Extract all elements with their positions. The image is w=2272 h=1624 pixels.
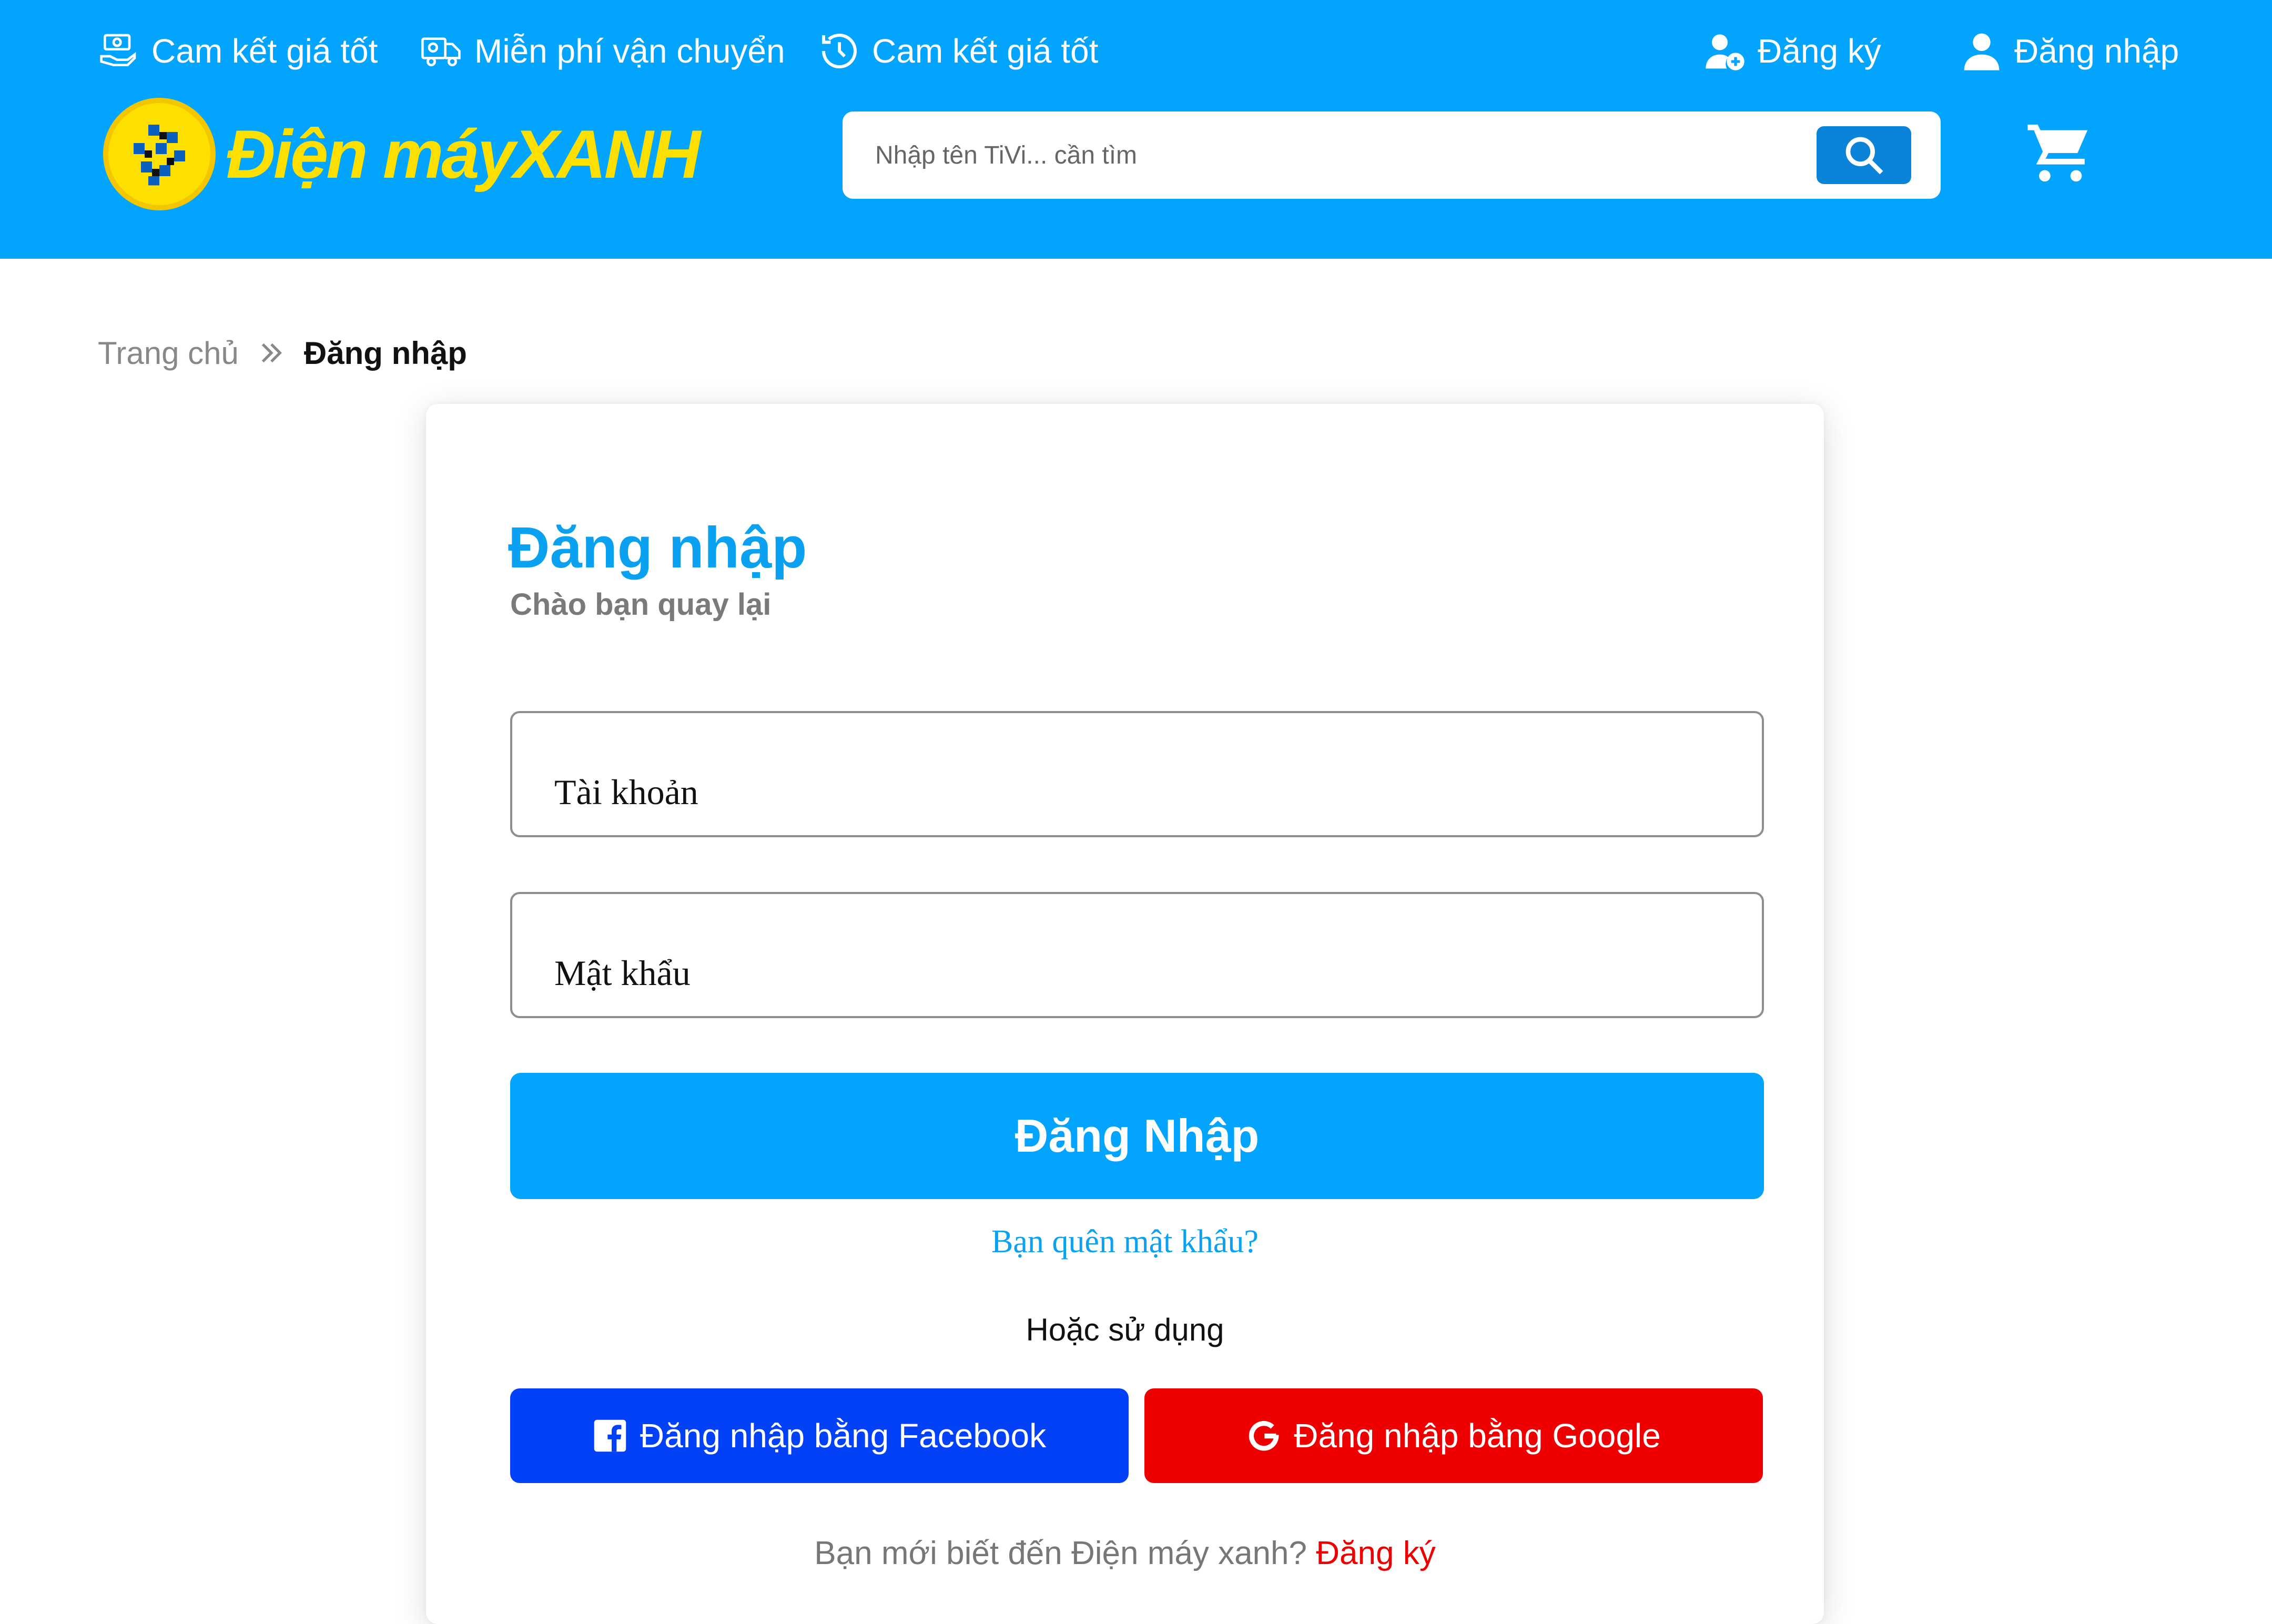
site-header: Cam kết giá tốt Miễn phí vận chuyển Cam …: [0, 0, 2272, 259]
logo-text-main: Điện máy: [226, 116, 515, 192]
signup-prompt: Bạn mới biết đến Điện máy xanh? Đăng ký: [426, 1535, 1824, 1572]
search-input[interactable]: [875, 111, 1817, 199]
user-icon: [1964, 33, 2000, 70]
account-label: Tài khoản: [554, 772, 698, 812]
forgot-password-link: Bạn quên mật khẩu?: [426, 1223, 1824, 1261]
topbar-best-price-label: Cam kết giá tốt: [151, 32, 378, 70]
login-title: Đăng nhập: [508, 515, 807, 580]
logo-text: Điện máyXANH: [226, 115, 701, 194]
login-label: Đăng nhập: [2014, 32, 2179, 70]
account-field[interactable]: Tài khoản: [510, 711, 1764, 837]
facebook-icon: [594, 1419, 626, 1452]
google-icon: [1249, 1420, 1279, 1451]
topbar-best-price-2[interactable]: Cam kết giá tốt: [818, 27, 1098, 75]
facebook-login-button[interactable]: Đăng nhập bằng Facebook: [510, 1388, 1129, 1483]
breadcrumb-home[interactable]: Trang chủ: [98, 335, 239, 371]
search-icon: [1845, 137, 1883, 175]
search-bar: [843, 111, 1941, 199]
chevron-double-right-icon: [261, 343, 282, 363]
brand-logo[interactable]: Điện máyXANH: [103, 98, 701, 210]
topbar-free-shipping-label: Miễn phí vận chuyển: [474, 32, 785, 70]
truck-icon: [421, 37, 461, 66]
login-card: Đăng nhập Chào bạn quay lại Tài khoản Mậ…: [426, 404, 1824, 1624]
new-user-text: Bạn mới biết đến Điện máy xanh?: [814, 1535, 1307, 1571]
password-label: Mật khẩu: [554, 953, 691, 993]
breadcrumb-current: Đăng nhập: [303, 335, 467, 371]
google-login-label: Đăng nhập bằng Google: [1294, 1417, 1661, 1455]
password-field[interactable]: Mật khẩu: [510, 892, 1764, 1018]
login-subtitle: Chào bạn quay lại: [510, 587, 772, 622]
signup-link[interactable]: Đăng ký: [1316, 1535, 1435, 1571]
logo-checker-icon: [134, 125, 185, 186]
google-login-button[interactable]: Đăng nhập bằng Google: [1144, 1388, 1763, 1483]
facebook-login-label: Đăng nhập bằng Facebook: [640, 1417, 1047, 1455]
money-hand-icon: [100, 34, 136, 66]
logo-mark: [103, 98, 216, 210]
login-link[interactable]: Đăng nhập: [1961, 27, 2179, 75]
breadcrumb: Trang chủ Đăng nhập: [98, 329, 467, 377]
history-icon: [822, 34, 857, 68]
register-label: Đăng ký: [1758, 32, 1881, 70]
login-submit-button[interactable]: Đăng Nhập: [510, 1073, 1764, 1199]
search-button[interactable]: [1817, 126, 1911, 184]
register-link[interactable]: Đăng ký: [1704, 27, 1881, 75]
user-add-icon: [1706, 34, 1744, 70]
cart-icon[interactable]: [2025, 119, 2093, 187]
forgot-password-label[interactable]: Bạn quên mật khẩu?: [991, 1224, 1259, 1260]
topbar-free-shipping[interactable]: Miễn phí vận chuyển: [421, 27, 785, 75]
topbar-best-price-2-label: Cam kết giá tốt: [872, 32, 1099, 70]
topbar-best-price[interactable]: Cam kết giá tốt: [98, 27, 378, 75]
logo-text-bold: XANH: [513, 116, 701, 192]
or-use-text: Hoặc sử dụng: [1026, 1312, 1224, 1347]
